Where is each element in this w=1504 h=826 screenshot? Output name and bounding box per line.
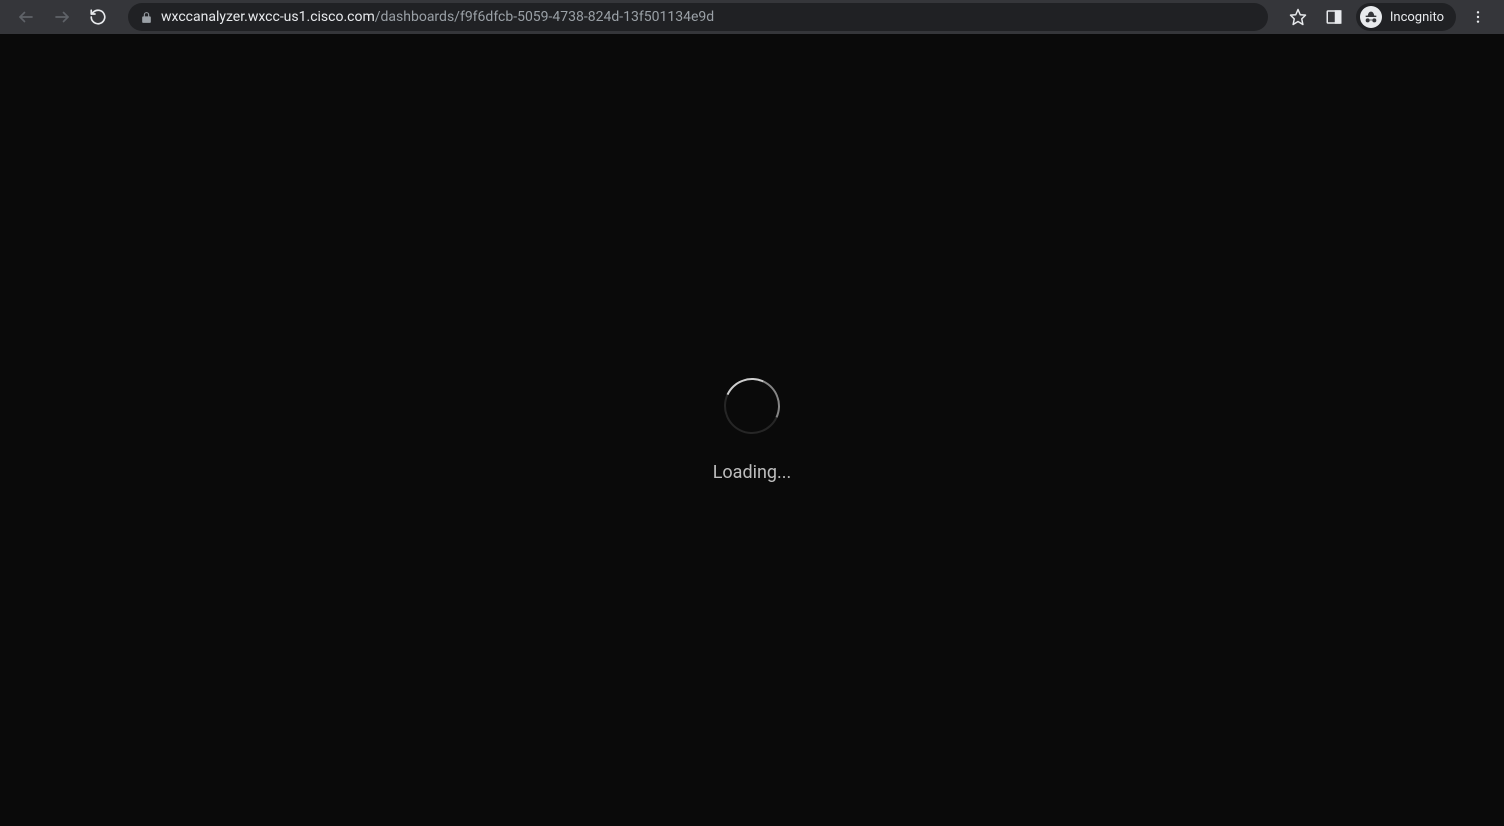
incognito-badge[interactable]: Incognito [1356, 3, 1456, 31]
panel-icon [1325, 8, 1343, 26]
url-domain: wxccanalyzer.wxcc-us1.cisco.com [161, 9, 375, 25]
side-panel-button[interactable] [1320, 3, 1348, 31]
arrow-left-icon [17, 8, 35, 26]
loading-spinner-icon [716, 370, 788, 442]
back-button[interactable] [12, 3, 40, 31]
arrow-right-icon [53, 8, 71, 26]
forward-button[interactable] [48, 3, 76, 31]
browser-toolbar: wxccanalyzer.wxcc-us1.cisco.com/dashboar… [0, 0, 1504, 34]
toolbar-actions: Incognito [1280, 3, 1496, 31]
reload-button[interactable] [84, 3, 112, 31]
address-bar[interactable]: wxccanalyzer.wxcc-us1.cisco.com/dashboar… [128, 3, 1268, 31]
loading-text: Loading... [713, 462, 792, 483]
bookmark-button[interactable] [1284, 3, 1312, 31]
incognito-label: Incognito [1390, 10, 1444, 25]
star-icon [1289, 8, 1307, 26]
dots-vertical-icon [1470, 9, 1486, 25]
incognito-avatar [1360, 6, 1382, 28]
url-path: /dashboards/f9f6dfcb-5059-4738-824d-13f5… [375, 9, 714, 25]
lock-icon [140, 11, 153, 24]
incognito-icon [1363, 9, 1379, 25]
nav-buttons-group [8, 3, 116, 31]
page-content: Loading... [0, 34, 1504, 826]
url-text: wxccanalyzer.wxcc-us1.cisco.com/dashboar… [161, 9, 714, 25]
reload-icon [89, 8, 107, 26]
browser-menu-button[interactable] [1464, 3, 1492, 31]
